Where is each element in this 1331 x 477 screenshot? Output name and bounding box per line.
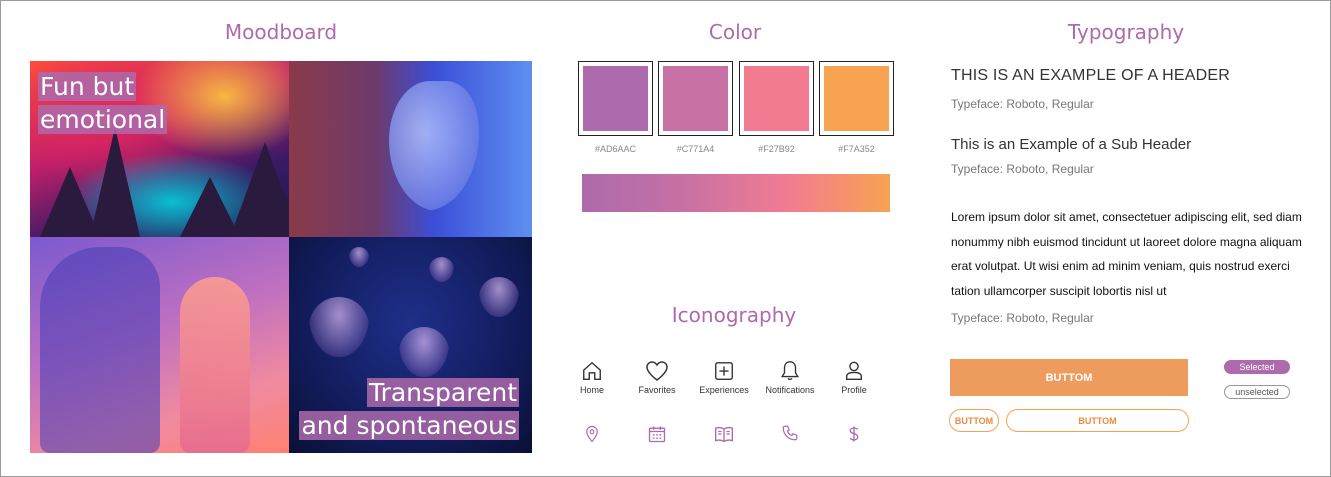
moodboard-title: Moodboard xyxy=(224,20,338,44)
color-swatch xyxy=(739,61,814,136)
icon-experiences[interactable]: Experiences xyxy=(689,360,759,395)
icon-favorites[interactable]: Favorites xyxy=(622,360,692,395)
color-swatch xyxy=(658,61,733,136)
icon-label: Notifications xyxy=(765,385,815,395)
icon-notifications[interactable]: Notifications xyxy=(755,360,825,395)
user-icon xyxy=(845,361,863,380)
icon-label: Home xyxy=(579,385,604,395)
book-icon xyxy=(715,426,733,443)
icon-book[interactable] xyxy=(689,424,759,444)
home-icon xyxy=(583,361,601,380)
chip-selected[interactable]: Selected xyxy=(1224,360,1290,374)
mood-caption-line: Transparent xyxy=(366,378,519,407)
heart-icon xyxy=(646,361,668,381)
calendar-icon xyxy=(648,426,666,443)
type-sample-header: THIS IS AN EXAMPLE OF A HEADER xyxy=(951,67,1230,84)
bell-icon xyxy=(780,361,800,381)
icon-label: Favorites xyxy=(638,385,676,395)
mood-caption-transparent: Transparent and spontaneous xyxy=(299,376,519,442)
icon-label: Profile xyxy=(841,385,867,395)
mood-caption-line: Fun but xyxy=(38,72,137,101)
mood-caption-fun: Fun but emotional xyxy=(38,70,168,136)
icon-home[interactable]: Home xyxy=(557,360,627,395)
type-sample-sub-header: This is an Example of a Sub Header xyxy=(951,136,1192,153)
plus-square-icon xyxy=(715,362,733,380)
mood-image-hand xyxy=(289,61,532,237)
color-hex-label: #AD6AAC xyxy=(594,144,637,154)
color-hex-label: #F7A352 xyxy=(838,144,875,154)
type-sample-body: Lorem ipsum dolor sit amet, consectetuer… xyxy=(951,210,1302,298)
dollar-icon xyxy=(849,426,859,442)
chip-unselected[interactable]: unselected xyxy=(1224,385,1290,399)
icon-dollar[interactable] xyxy=(819,424,889,444)
body-typeface-note: Typeface: Roboto, Regular xyxy=(951,311,1094,325)
phone-icon xyxy=(782,425,798,441)
location-pin-icon xyxy=(586,425,598,443)
mood-caption-line: and spontaneous xyxy=(299,411,519,440)
small-outline-button[interactable]: BUTTOM xyxy=(949,409,999,432)
mood-caption-line: emotional xyxy=(38,105,168,134)
color-hex-label: #C771A4 xyxy=(676,144,715,154)
icon-calendar[interactable] xyxy=(622,424,692,444)
color-title: Color xyxy=(708,20,762,44)
mood-image-dancer xyxy=(30,237,289,453)
typography-title: Typography xyxy=(1067,20,1185,44)
sub-header-typeface-note: Typeface: Roboto, Regular xyxy=(951,162,1094,176)
color-hex-label: #F27B92 xyxy=(758,144,795,154)
wide-outline-button[interactable]: BUTTOM xyxy=(1006,409,1189,432)
icon-phone[interactable] xyxy=(755,424,825,442)
primary-button[interactable]: BUTTOM xyxy=(950,359,1188,396)
color-swatch xyxy=(578,61,653,136)
icon-profile[interactable]: Profile xyxy=(819,360,889,395)
color-swatch xyxy=(819,61,894,136)
icon-label: Experiences xyxy=(699,385,749,395)
iconography-title: Iconography xyxy=(671,303,797,327)
icon-location[interactable] xyxy=(557,424,627,444)
color-gradient-bar xyxy=(582,174,890,212)
header-typeface-note: Typeface: Roboto, Regular xyxy=(951,97,1094,111)
